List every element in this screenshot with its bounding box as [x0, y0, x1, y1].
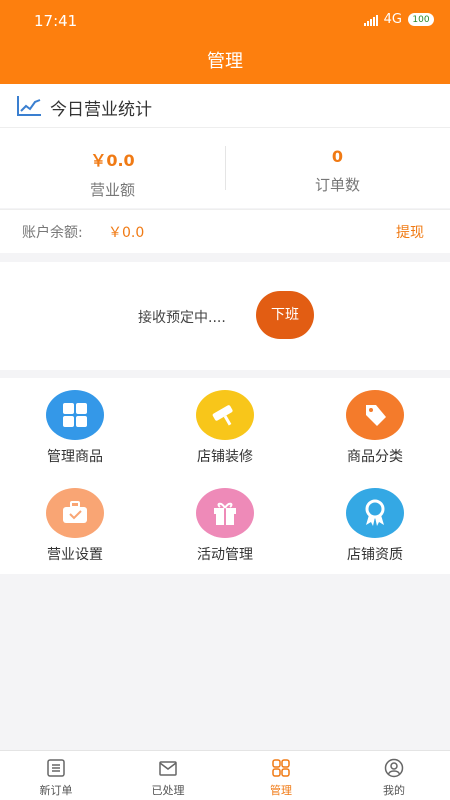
- revenue-stat: ￥0.0 营业额: [0, 128, 225, 208]
- tab-profile-label: 我的: [383, 784, 405, 797]
- tab-processed[interactable]: 已处理: [112, 751, 224, 800]
- gift-icon: [196, 488, 254, 538]
- status-bar: 17:41 4G 100: [0, 0, 450, 40]
- manage-grid-icon: [272, 759, 290, 777]
- trend-chart-icon: [17, 96, 41, 116]
- orders-stat: 0 订单数: [225, 128, 450, 208]
- store-decoration-label: 店铺装修: [197, 449, 253, 465]
- stats-header: 今日营业统计: [0, 84, 450, 128]
- off-duty-button[interactable]: 下班: [256, 291, 314, 339]
- grid-icon: [46, 390, 104, 440]
- paint-roller-icon: [196, 390, 254, 440]
- profile-icon: [384, 758, 404, 778]
- briefcase-icon: [46, 488, 104, 538]
- tab-processed-label: 已处理: [151, 784, 185, 797]
- status-indicators: 4G 100: [363, 12, 434, 27]
- bottom-tab-bar: 新订单 已处理 管理 我的: [0, 750, 450, 800]
- orders-value: 0: [331, 147, 344, 166]
- revenue-value: ￥0.0: [90, 151, 135, 170]
- manage-products-button[interactable]: 管理商品: [0, 378, 150, 474]
- tab-profile[interactable]: 我的: [338, 751, 450, 800]
- store-qualification-button[interactable]: 店铺资质: [300, 476, 450, 572]
- business-settings-button[interactable]: 营业设置: [0, 476, 150, 572]
- store-decoration-button[interactable]: 店铺装修: [150, 378, 300, 474]
- processed-mail-icon: [159, 761, 177, 776]
- activity-management-label: 活动管理: [197, 547, 253, 563]
- product-category-label: 商品分类: [347, 449, 403, 465]
- revenue-label: 营业额: [89, 181, 135, 199]
- stats-row: ￥0.0 营业额 0 订单数: [0, 128, 450, 208]
- page-title: 管理: [0, 40, 450, 84]
- business-settings-label: 营业设置: [47, 547, 103, 563]
- tab-new-orders[interactable]: 新订单: [0, 751, 112, 800]
- battery-icon: 100: [408, 13, 434, 26]
- activity-management-button[interactable]: 活动管理: [150, 476, 300, 572]
- network-type: 4G: [383, 12, 402, 27]
- withdraw-link[interactable]: 提现: [396, 222, 424, 242]
- signal-icon: [363, 14, 378, 26]
- order-list-icon: [47, 759, 65, 777]
- function-grid: 管理商品 店铺装修 商品分类 营业设置 活动管理 店铺资质: [0, 378, 450, 574]
- booking-card: 接收预定中....: [0, 262, 450, 370]
- stats-heading: 今日营业统计: [50, 100, 152, 120]
- balance-row: 账户余额: ￥0.0 提现: [0, 209, 450, 253]
- award-icon: [346, 488, 404, 538]
- balance-value: ￥0.0: [108, 225, 145, 241]
- tag-icon: [346, 390, 404, 440]
- orders-label: 订单数: [314, 176, 360, 194]
- tab-new-orders-label: 新订单: [39, 784, 73, 797]
- status-time: 17:41: [34, 12, 78, 30]
- booking-status-text: 接收预定中....: [138, 310, 226, 326]
- tab-manage[interactable]: 管理: [225, 751, 337, 800]
- product-category-button[interactable]: 商品分类: [300, 378, 450, 474]
- tab-manage-label: 管理: [270, 784, 292, 797]
- store-qualification-label: 店铺资质: [347, 547, 403, 563]
- manage-products-label: 管理商品: [47, 449, 103, 465]
- balance-label: 账户余额:: [22, 225, 83, 241]
